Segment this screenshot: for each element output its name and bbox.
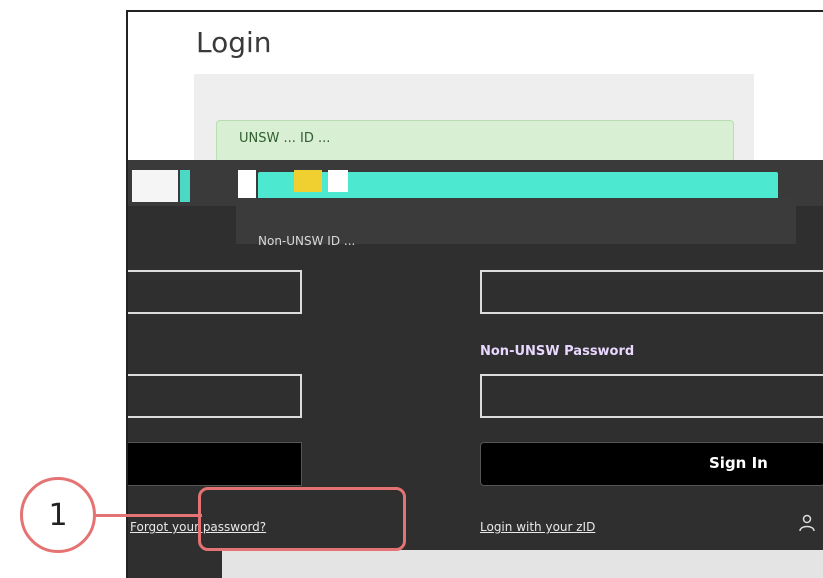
user-icon <box>799 514 815 532</box>
alt-login-link[interactable]: Login with your zID <box>480 520 595 534</box>
sign-in-button[interactable]: Sign In <box>480 442 823 486</box>
callout-connector <box>96 514 202 517</box>
notice-text: UNSW ... ID ... <box>239 131 331 146</box>
zpass-input[interactable] <box>128 374 302 418</box>
sign-in-label: Sign In <box>709 454 768 472</box>
username-input[interactable] <box>480 270 823 314</box>
footer-strip <box>222 550 823 578</box>
callout-marker: 1 <box>20 477 96 553</box>
page-title: Login <box>196 26 272 59</box>
password-label: Non-UNSW Password <box>480 344 635 359</box>
glitch-block <box>328 170 348 192</box>
callout-number: 1 <box>48 498 68 533</box>
zid-input[interactable] <box>128 270 302 314</box>
password-input[interactable] <box>480 374 823 418</box>
glitch-block <box>294 170 322 192</box>
glitch-block <box>180 170 190 202</box>
glitch-block <box>132 170 178 202</box>
login-button[interactable] <box>128 442 302 486</box>
callout-highlight-box <box>198 487 406 551</box>
notice-banner: UNSW ... ID ... <box>216 120 734 162</box>
form-section-label: Non-UNSW ID ... <box>258 234 356 248</box>
